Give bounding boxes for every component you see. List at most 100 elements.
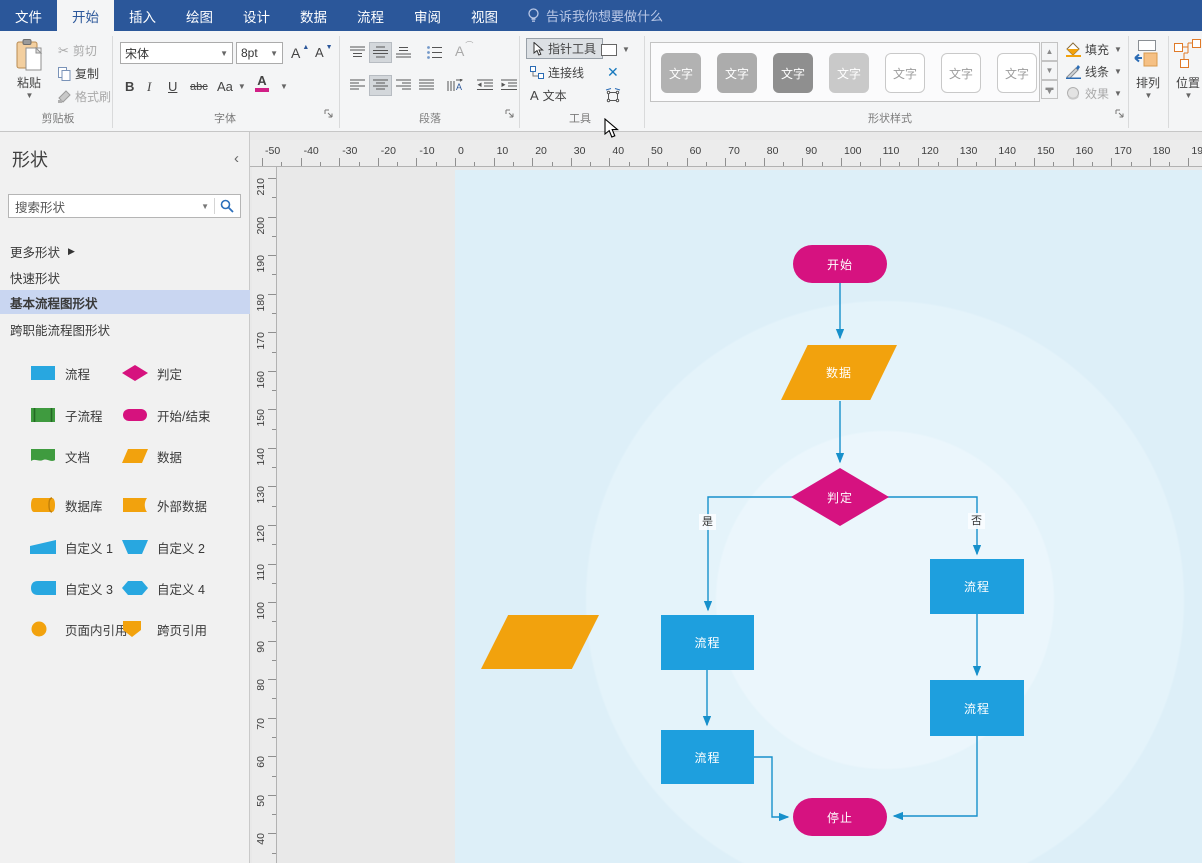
connector-decision-no[interactable] [887,497,977,554]
align-right-button[interactable] [393,75,414,96]
shape-tool-dropdown[interactable]: ▼ [598,39,633,60]
stencil-shape-custom-1[interactable]: 自定义 1 [30,533,113,561]
connector-process-to-stop-left[interactable] [754,757,788,817]
position-button[interactable]: 位置 ▼ [1171,39,1202,100]
font-name-combobox[interactable]: 宋体 ▼ [120,42,233,64]
change-case-button[interactable]: Aa▼ [214,76,249,97]
ribbon-tab-8[interactable]: 视图 [456,0,513,31]
search-icon[interactable] [220,199,234,213]
align-bottom-icon [396,46,411,59]
connector-decision-yes[interactable] [708,497,793,610]
shape-style-swatch-5[interactable]: 文字 [941,53,981,93]
paragraph-dialog-launcher[interactable] [505,108,517,120]
line-button[interactable]: 线条▼ [1066,63,1122,80]
paste-button[interactable]: 粘贴 ▼ [8,39,50,100]
flowchart-process-node-left-1[interactable]: 流程 [661,615,754,670]
shapes-panel: 形状 ‹ 搜索形状 ▼ 更多形状▶快速形状基本流程图形状跨职能流程图形状 流程判… [0,132,250,863]
arrange-button[interactable]: 排列 ▼ [1131,39,1165,100]
shape-style-swatch-2[interactable]: 文字 [773,53,813,93]
tell-me-box[interactable]: 告诉我你想要做什么 [513,0,663,31]
ribbon-tab-7[interactable]: 审阅 [399,0,456,31]
search-dropdown-arrow[interactable]: ▼ [201,202,209,211]
shape-style-swatch-6[interactable]: 文字 [997,53,1037,93]
shape-style-swatch-3[interactable]: 文字 [829,53,869,93]
stencil-shape-document[interactable]: 文档 [30,442,90,470]
stencil-shape-on-page-reference[interactable]: 页面内引用 [30,615,128,643]
stencil-menu-item-1[interactable]: 快速形状 [0,266,250,288]
shape-style-swatch-0[interactable]: 文字 [661,53,701,93]
decrease-indent-button[interactable] [474,75,496,96]
text-block-tool-button[interactable] [602,85,624,106]
format-painter-button[interactable]: 格式刷 [55,86,114,107]
flowchart-process-node-left-2[interactable]: 流程 [661,730,754,784]
stencil-menu-item-2[interactable]: 基本流程图形状 [0,290,250,314]
align-middle-button[interactable] [369,42,392,63]
connector-process-to-stop-right[interactable] [894,736,977,816]
cut-button[interactable]: ✂ 剪切 [55,40,100,61]
shape-style-swatch-4[interactable]: 文字 [885,53,925,93]
ribbon-tab-0[interactable]: 文件 [0,0,57,31]
font-size-combobox[interactable]: 8pt ▼ [236,42,283,64]
bullets-button[interactable] [424,42,445,63]
gallery-scroll-down-button[interactable]: ▼ [1041,61,1058,80]
copy-icon [58,67,71,81]
shrink-font-button[interactable]: A▼ [312,42,336,63]
align-top-button[interactable] [347,42,368,63]
collapse-panel-chevron[interactable]: ‹ [234,150,239,167]
font-color-button[interactable]: A [252,74,272,95]
italic-button[interactable]: I [144,76,154,97]
ribbon-tab-4[interactable]: 设计 [228,0,285,31]
underline-button[interactable]: U [165,76,180,97]
multiselect-tool-button[interactable]: ✕ [604,62,622,83]
grow-font-button[interactable]: A▲ [288,42,312,63]
increase-indent-button[interactable] [498,75,520,96]
font-dialog-launcher[interactable] [324,108,336,120]
flowchart-process-node-right-2[interactable]: 流程 [930,680,1024,736]
line-dropdown-arrow: ▼ [1114,67,1122,76]
justify-button[interactable] [416,75,437,96]
search-shapes-box[interactable]: 搜索形状 ▼ [8,194,241,218]
flowchart-stop-node[interactable]: 停止 [793,798,887,836]
stencil-shape-external-data[interactable]: 外部数据 [122,491,207,519]
strikethrough-button[interactable]: abc [187,76,211,97]
stencil-shape-data[interactable]: 数据 [122,442,182,470]
stencil-shape-custom-2[interactable]: 自定义 2 [122,533,205,561]
stencil-shape-database[interactable]: 数据库 [30,491,103,519]
copy-button[interactable]: 复制 [55,63,102,84]
drawing-canvas[interactable]: + -50-40-30-20-1001020304050607080901001… [250,132,1202,863]
fill-button[interactable]: 填充▼ [1066,41,1122,58]
stencil-shape-process[interactable]: 流程 [30,359,90,387]
ribbon-tab-5[interactable]: 数据 [285,0,342,31]
shape-style-swatch-1[interactable]: 文字 [717,53,757,93]
stencil-shape-off-page-reference[interactable]: 跨页引用 [122,615,207,643]
text-tool-button[interactable]: A 文本 [527,85,570,106]
stencil-menu-item-0[interactable]: 更多形状▶ [0,240,250,262]
gallery-scroll-up-button[interactable]: ▲ [1041,42,1058,61]
gallery-expand-button[interactable]: ▬▼ [1041,80,1058,99]
search-input[interactable]: 搜索形状 [9,197,200,216]
stencil-shape-subprocess[interactable]: 子流程 [30,401,103,429]
effects-dropdown-arrow: ▼ [1114,89,1122,98]
connector-tool-button[interactable]: 连接线 [527,62,587,83]
flowchart-process-node-right-1[interactable]: 流程 [930,559,1024,614]
stencil-shape-decision[interactable]: 判定 [122,359,182,387]
bold-button[interactable]: B [122,76,137,97]
stencil-shape-custom-4[interactable]: 自定义 4 [122,574,205,602]
font-color-dropdown[interactable]: ▼ [276,76,291,97]
align-center-button[interactable] [369,75,392,96]
ribbon-tab-2[interactable]: 插入 [114,0,171,31]
align-left-button[interactable] [347,75,368,96]
align-bottom-button[interactable] [393,42,414,63]
text-direction-button[interactable]: A [444,75,466,96]
stencil-shape-custom-3[interactable]: 自定义 3 [30,574,113,602]
shape-styles-dialog-launcher[interactable] [1115,108,1127,120]
effects-button[interactable]: 效果▼ [1066,85,1122,102]
ribbon-tab-6[interactable]: 流程 [342,0,399,31]
stencil-shape-terminator[interactable]: 开始/结束 [122,401,210,429]
text-effects-button[interactable]: A⌒ [452,40,476,61]
pointer-tool-button[interactable]: 指针工具 [526,38,603,59]
ribbon-tab-1[interactable]: 开始 [57,0,114,31]
flowchart-start-node[interactable]: 开始 [793,245,887,283]
stencil-menu-item-3[interactable]: 跨职能流程图形状 [0,318,250,340]
ribbon-tab-3[interactable]: 绘图 [171,0,228,31]
